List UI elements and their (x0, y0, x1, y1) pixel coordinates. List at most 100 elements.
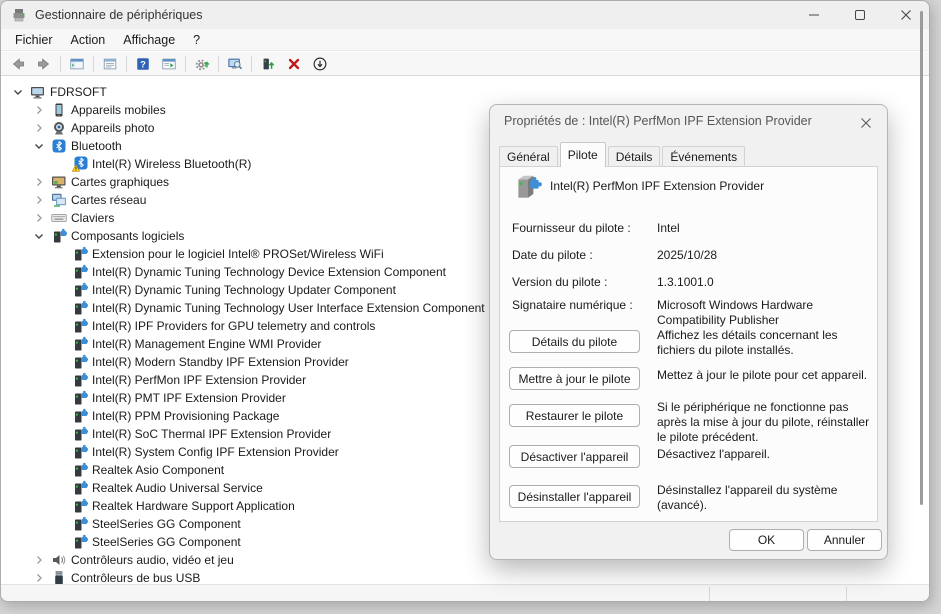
driver-details-button[interactable]: Détails du pilote (509, 330, 640, 353)
software-component-icon (72, 246, 88, 262)
tree-item-label: Bluetooth (70, 139, 122, 153)
chevron-placeholder (52, 462, 68, 478)
tree-item-label: Realtek Asio Component (91, 463, 224, 477)
chevron-right-icon[interactable] (31, 120, 47, 136)
properties-icon[interactable] (97, 53, 123, 74)
tab-evenements[interactable]: Événements (662, 146, 745, 167)
software-component-icon (72, 336, 88, 352)
chevron-placeholder (52, 354, 68, 370)
chevron-placeholder (52, 426, 68, 442)
field-value: Intel (657, 221, 875, 236)
menu-aide[interactable]: ? (184, 31, 209, 49)
menu-affichage[interactable]: Affichage (114, 31, 184, 49)
tree-item-label: Intel(R) Dynamic Tuning Technology Updat… (91, 283, 396, 297)
chevron-placeholder (52, 282, 68, 298)
tree-item-label: Intel(R) Dynamic Tuning Technology User … (91, 301, 485, 315)
software-component-icon (72, 444, 88, 460)
keyboard-icon (51, 210, 67, 226)
chevron-right-icon[interactable] (31, 210, 47, 226)
uninstall-device-button[interactable]: Désinstaller l'appareil (509, 485, 640, 508)
toolbar: ? (1, 52, 929, 76)
console-tree-icon[interactable] (64, 53, 90, 74)
help-icon[interactable]: ? (130, 53, 156, 74)
software-component-device-icon (513, 172, 543, 202)
toolbar-separator (60, 56, 61, 72)
software-component-icon (72, 282, 88, 298)
settings-update-icon[interactable] (189, 53, 215, 74)
title-bar: Gestionnaire de périphériques (1, 1, 929, 29)
tree-item-label: Extension pour le logiciel Intel® PROSet… (91, 247, 384, 261)
update-driver-description: Mettez à jour le pilote pour cet apparei… (657, 368, 873, 383)
chevron-right-icon[interactable] (31, 102, 47, 118)
menu-action[interactable]: Action (62, 31, 115, 49)
back-icon[interactable] (5, 53, 31, 74)
vertical-scrollbar[interactable] (920, 11, 923, 505)
chevron-placeholder (52, 336, 68, 352)
update-driver-icon[interactable] (255, 53, 281, 74)
tree-item-label: Intel(R) System Config IPF Extension Pro… (91, 445, 339, 459)
status-separator (846, 587, 847, 601)
tree-item-label: Intel(R) SoC Thermal IPF Extension Provi… (91, 427, 331, 441)
chevron-placeholder (52, 408, 68, 424)
cancel-button[interactable]: Annuler (807, 529, 882, 551)
forward-icon[interactable] (31, 53, 57, 74)
chevron-placeholder (52, 300, 68, 316)
chevron-placeholder (52, 156, 68, 172)
chevron-right-icon[interactable] (31, 552, 47, 568)
export-list-icon[interactable] (156, 53, 182, 74)
camera-icon (51, 120, 67, 136)
field-value: 1.3.1001.0 (657, 275, 875, 290)
tree-item-label: FDRSOFT (49, 85, 107, 99)
device-manager-app-icon (11, 7, 27, 23)
disable-device-description: Désactivez l'appareil. (657, 447, 873, 462)
tab-general[interactable]: Général (499, 146, 558, 167)
status-bar (1, 584, 929, 602)
chevron-placeholder (52, 498, 68, 514)
chevron-down-icon[interactable] (31, 228, 47, 244)
computer-icon (30, 84, 46, 100)
minimize-button[interactable] (791, 1, 837, 29)
maximize-button[interactable] (837, 1, 883, 29)
tree-item-label: Realtek Audio Universal Service (91, 481, 263, 495)
device-name: Intel(R) PerfMon IPF Extension Provider (550, 179, 764, 193)
tree-item[interactable]: FDRSOFT (2, 83, 930, 101)
software-component-icon (72, 408, 88, 424)
toolbar-separator (185, 56, 186, 72)
disable-device-button[interactable]: Désactiver l'appareil (509, 445, 640, 468)
tree-item-label: Intel(R) Wireless Bluetooth(R) (91, 157, 251, 171)
tree-item-label: Intel(R) Modern Standby IPF Extension Pr… (91, 355, 349, 369)
tree-item[interactable]: Contrôleurs de bus USB (2, 569, 930, 584)
chevron-right-icon[interactable] (31, 192, 47, 208)
status-separator (709, 587, 710, 601)
menu-bar: Fichier Action Affichage ? (1, 29, 929, 51)
field-label: Signataire numérique : (512, 298, 633, 312)
chevron-placeholder (52, 264, 68, 280)
software-component-icon (72, 480, 88, 496)
chevron-down-icon[interactable] (10, 84, 26, 100)
scan-hardware-icon[interactable] (222, 53, 248, 74)
software-component-icon (72, 534, 88, 550)
tree-item-label: Intel(R) PPM Provisioning Package (91, 409, 279, 423)
tab-pilote[interactable]: Pilote (560, 142, 606, 167)
rollback-driver-button[interactable]: Restaurer le pilote (509, 404, 640, 427)
chevron-down-icon[interactable] (31, 138, 47, 154)
chevron-right-icon[interactable] (31, 570, 47, 584)
uninstall-device-icon[interactable] (281, 53, 307, 74)
software-component-icon (72, 264, 88, 280)
ok-button[interactable]: OK (729, 529, 804, 551)
tab-details[interactable]: Détails (608, 146, 661, 167)
tree-item-label: Contrôleurs de bus USB (70, 571, 200, 584)
tree-item-label: Contrôleurs audio, vidéo et jeu (70, 553, 234, 567)
tree-item-label: Intel(R) Dynamic Tuning Technology Devic… (91, 265, 446, 279)
dialog-close-icon[interactable] (855, 112, 877, 134)
menu-fichier[interactable]: Fichier (6, 31, 62, 49)
svg-text:?: ? (140, 59, 146, 69)
tree-item-label: Cartes réseau (70, 193, 146, 207)
toolbar-separator (251, 56, 252, 72)
chevron-right-icon[interactable] (31, 174, 47, 190)
window-title: Gestionnaire de périphériques (35, 8, 202, 22)
update-driver-button[interactable]: Mettre à jour le pilote (509, 367, 640, 390)
disable-device-icon[interactable] (307, 53, 333, 74)
rollback-driver-description: Si le périphérique ne fonctionne pas apr… (657, 400, 873, 445)
field-value: Microsoft Windows Hardware Compatibility… (657, 298, 875, 328)
